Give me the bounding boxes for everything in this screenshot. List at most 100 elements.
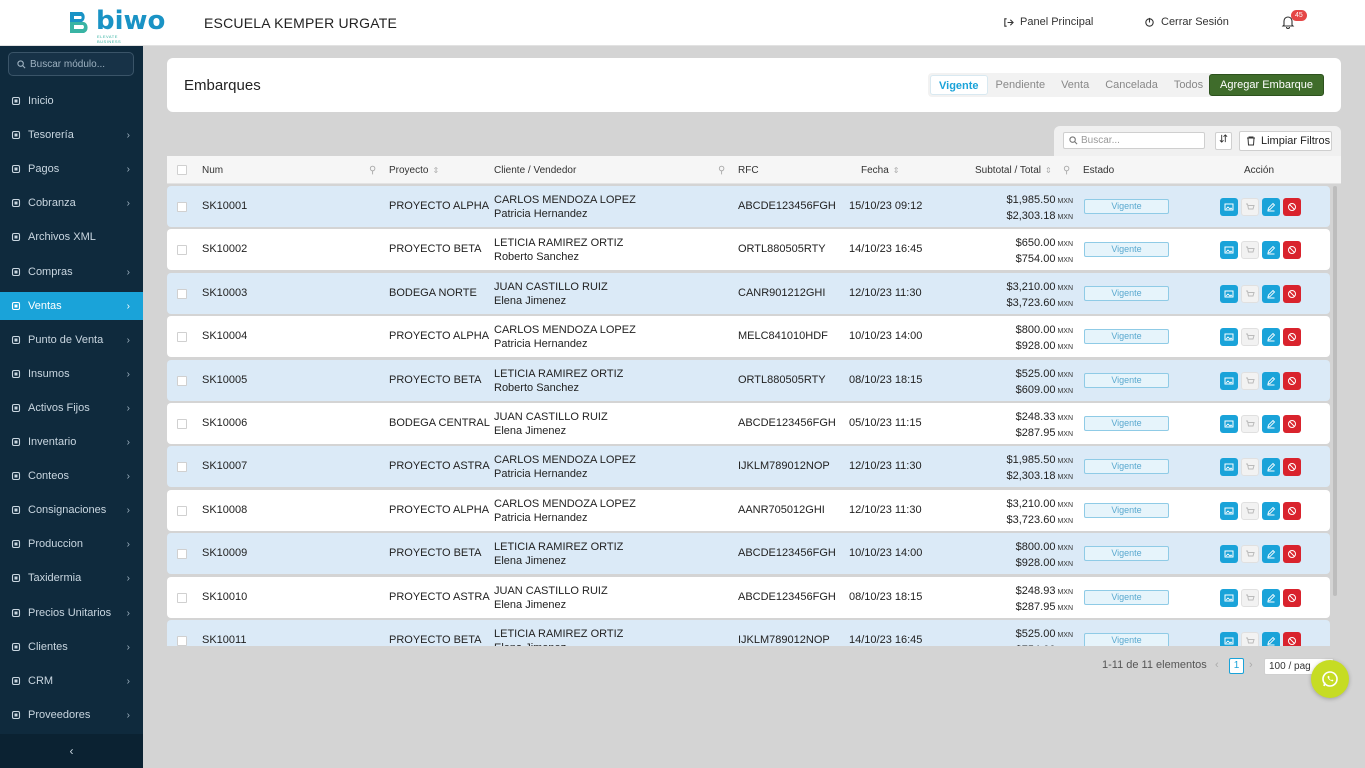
sidebar-item-insumos[interactable]: Insumos ›: [0, 360, 143, 388]
sidebar-item-proveedores[interactable]: Proveedores ›: [0, 701, 143, 729]
table-row[interactable]: SK10001 PROYECTO ALPHA CARLOS MENDOZA LOPE…: [167, 186, 1330, 227]
view-image-button[interactable]: [1220, 328, 1238, 347]
prev-page-icon[interactable]: ‹: [1215, 659, 1219, 671]
cancel-button[interactable]: [1283, 371, 1301, 390]
cancel-button[interactable]: [1283, 632, 1301, 646]
tab-pendiente[interactable]: Pendiente: [988, 75, 1054, 95]
sidebar-item-taxidermia[interactable]: Taxidermia ›: [0, 564, 143, 592]
row-checkbox[interactable]: [177, 245, 187, 256]
sidebar-item-tesorería[interactable]: Tesorería ›: [0, 121, 143, 149]
whatsapp-button[interactable]: [1311, 660, 1349, 698]
sidebar-item-produccion[interactable]: Produccion ›: [0, 530, 143, 558]
sidebar-item-pagos[interactable]: Pagos ›: [0, 155, 143, 183]
cancel-button[interactable]: [1283, 241, 1301, 260]
cart-button[interactable]: [1241, 632, 1259, 646]
cancel-button[interactable]: [1283, 545, 1301, 564]
sidebar-item-ventas[interactable]: Ventas ›: [0, 291, 143, 320]
cart-button[interactable]: [1241, 241, 1259, 260]
row-checkbox[interactable]: [177, 592, 187, 603]
view-image-button[interactable]: [1220, 632, 1238, 646]
sidebar-item-inventario[interactable]: Inventario ›: [0, 428, 143, 456]
next-page-icon[interactable]: ›: [1249, 659, 1253, 671]
logo[interactable]: biwo ELEVATE BUSINESS: [0, 0, 165, 46]
sidebar-item-cobranza[interactable]: Cobranza ›: [0, 189, 143, 217]
col-rfc[interactable]: RFC: [738, 165, 759, 176]
table-scrollbar[interactable]: [1333, 186, 1337, 596]
col-total-search-icon[interactable]: ⚲: [1063, 165, 1070, 176]
row-checkbox[interactable]: [177, 332, 187, 343]
edit-button[interactable]: [1262, 545, 1280, 564]
cart-button[interactable]: [1241, 328, 1259, 347]
sidebar-item-consignaciones[interactable]: Consignaciones ›: [0, 496, 143, 524]
view-image-button[interactable]: [1220, 198, 1238, 216]
cancel-button[interactable]: [1283, 588, 1301, 607]
cancel-button[interactable]: [1283, 284, 1301, 303]
col-num[interactable]: Num: [202, 165, 223, 176]
row-checkbox[interactable]: [177, 288, 187, 299]
edit-button[interactable]: [1262, 241, 1280, 260]
cart-button[interactable]: [1241, 415, 1259, 433]
table-row[interactable]: SK10005 PROYECTO BETA LETICIA RAMIREZ ORTI…: [167, 359, 1330, 401]
tab-todos[interactable]: Todos: [1166, 75, 1211, 95]
module-search-input[interactable]: Buscar módulo...: [8, 52, 134, 76]
row-checkbox[interactable]: [177, 375, 187, 386]
col-cliente-search-icon[interactable]: ⚲: [718, 165, 725, 176]
row-checkbox[interactable]: [177, 549, 187, 560]
view-image-button[interactable]: [1220, 458, 1238, 477]
sidebar-item-precios-unitarios[interactable]: Precios Unitarios ›: [0, 599, 143, 627]
add-embarque-button[interactable]: Agregar Embarque: [1209, 74, 1324, 96]
view-image-button[interactable]: [1220, 501, 1238, 520]
col-fecha[interactable]: Fecha ⇕: [861, 165, 900, 176]
table-row[interactable]: SK10006 BODEGA CENTRAL JUAN CASTILLO RUIZ E…: [167, 403, 1330, 444]
panel-principal-link[interactable]: Panel Principal: [1003, 16, 1093, 28]
table-row[interactable]: SK10003 BODEGA NORTE JUAN CASTILLO RUIZ Ele…: [167, 272, 1330, 314]
sidebar-item-punto-de-venta[interactable]: Punto de Venta ›: [0, 326, 143, 354]
collapse-sidebar-button[interactable]: ‹: [0, 734, 143, 768]
sidebar-item-clientes[interactable]: Clientes ›: [0, 633, 143, 661]
tab-venta[interactable]: Venta: [1053, 75, 1097, 95]
select-all-checkbox[interactable]: [177, 165, 187, 175]
sort-order-button[interactable]: [1215, 132, 1232, 150]
row-checkbox[interactable]: [177, 202, 187, 212]
sidebar-item-conteos[interactable]: Conteos ›: [0, 462, 143, 490]
col-num-search-icon[interactable]: ⚲: [369, 165, 376, 176]
page-number-button[interactable]: 1: [1229, 658, 1244, 674]
view-image-button[interactable]: [1220, 545, 1238, 564]
cancel-button[interactable]: [1283, 198, 1301, 216]
sidebar-item-activos-fijos[interactable]: Activos Fijos ›: [0, 394, 143, 422]
edit-button[interactable]: [1262, 501, 1280, 520]
row-checkbox[interactable]: [177, 636, 187, 646]
view-image-button[interactable]: [1220, 284, 1238, 303]
tab-cancelada[interactable]: Cancelada: [1097, 75, 1166, 95]
cancel-button[interactable]: [1283, 501, 1301, 520]
view-image-button[interactable]: [1220, 415, 1238, 433]
table-row[interactable]: SK10002 PROYECTO BETA LETICIA RAMIREZ ORTI…: [167, 229, 1330, 271]
row-checkbox[interactable]: [177, 462, 187, 473]
cancel-button[interactable]: [1283, 415, 1301, 433]
sidebar-item-archivos-xml[interactable]: Archivos XML: [0, 223, 143, 251]
table-row[interactable]: SK10007 PROYECTO ASTRA CARLOS MENDOZA LOPE…: [167, 446, 1330, 488]
table-row[interactable]: SK10010 PROYECTO ASTRA JUAN CASTILLO RUIZ E…: [167, 576, 1330, 618]
cart-button[interactable]: [1241, 371, 1259, 390]
edit-button[interactable]: [1262, 328, 1280, 347]
cart-button[interactable]: [1241, 545, 1259, 564]
edit-button[interactable]: [1262, 371, 1280, 390]
sidebar-item-inicio[interactable]: Inicio: [0, 87, 143, 115]
view-image-button[interactable]: [1220, 371, 1238, 390]
edit-button[interactable]: [1262, 415, 1280, 433]
cancel-button[interactable]: [1283, 458, 1301, 477]
table-search-input[interactable]: Buscar...: [1063, 132, 1205, 149]
view-image-button[interactable]: [1220, 588, 1238, 607]
view-image-button[interactable]: [1220, 241, 1238, 260]
cart-button[interactable]: [1241, 198, 1259, 216]
sidebar-item-crm[interactable]: CRM ›: [0, 667, 143, 695]
col-cliente[interactable]: Cliente / Vendedor: [494, 165, 576, 176]
clear-filters-button[interactable]: Limpiar Filtros: [1239, 131, 1332, 151]
row-checkbox[interactable]: [177, 419, 187, 429]
cart-button[interactable]: [1241, 588, 1259, 607]
table-row[interactable]: SK10004 PROYECTO ALPHA CARLOS MENDOZA LOPE…: [167, 316, 1330, 358]
cart-button[interactable]: [1241, 501, 1259, 520]
sidebar-item-compras[interactable]: Compras ›: [0, 258, 143, 286]
edit-button[interactable]: [1262, 458, 1280, 477]
table-row[interactable]: SK10011 PROYECTO BETA LETICIA RAMIREZ ORTI…: [167, 620, 1330, 646]
